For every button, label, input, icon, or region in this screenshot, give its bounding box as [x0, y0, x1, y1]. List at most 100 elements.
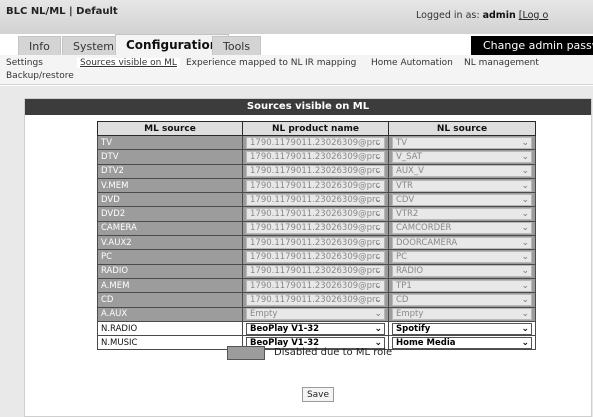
ml-source-cell: A.AUX [97, 306, 243, 322]
nl-product-value: 1790.1179011.23026309@prc [250, 209, 381, 220]
column-header-nl-product-name: NL product name [242, 121, 389, 136]
legend-disabled-label: Disabled due to ML role [274, 347, 393, 358]
chevron-down-icon: ⌄ [374, 151, 382, 162]
subnav-sources-visible-on-ml[interactable]: Sources visible on ML [77, 58, 180, 68]
change-admin-password-button[interactable]: Change admin passwor [471, 36, 593, 55]
nl-source-value: CAMCORDER [396, 223, 452, 234]
chevron-down-icon: ⌄ [374, 294, 382, 305]
chevron-down-icon: ⌄ [374, 194, 382, 205]
panel-title: Sources visible on ML [25, 99, 591, 115]
chevron-down-icon: ⌄ [521, 237, 529, 248]
subnav-nl-management[interactable]: NL management [464, 58, 539, 68]
nl-source-cell: VTR ⌄ [388, 177, 536, 194]
nl-product-cell: Empty ⌄ [242, 306, 389, 322]
table-row: V.AUX2 1790.1179011.23026309@prc ⌄ DOORCAME… [97, 235, 536, 251]
chevron-down-icon: ⌄ [521, 194, 529, 205]
nl-source-cell: AUX_V ⌄ [388, 163, 536, 179]
nl-source-value: RADIO [396, 266, 424, 277]
logout-link[interactable]: [Log o [519, 10, 549, 21]
table-row: CD 1790.1179011.23026309@prc ⌄ CD ⌄ [97, 292, 536, 308]
nl-source-select: DOORCAMERA ⌄ [392, 236, 532, 249]
login-prefix: Logged in as: [416, 10, 483, 21]
ml-source-cell: DTV [97, 149, 243, 165]
nl-product-select: 1790.1179011.23026309@prc ⌄ [246, 208, 385, 221]
nl-source-select: RADIO ⌄ [392, 265, 532, 278]
sub-navigation: Settings Sources visible on ML Experienc… [0, 55, 593, 85]
chevron-down-icon: ⌄ [374, 280, 382, 291]
nl-product-select: 1790.1179011.23026309@prc ⌄ [246, 165, 385, 178]
ml-source-cell: RADIO [97, 263, 243, 279]
nl-source-select: TP1 ⌄ [392, 279, 532, 292]
nl-product-select: 1790.1179011.23026309@prc ⌄ [246, 193, 385, 206]
nl-source-value: AUX_V [396, 166, 424, 177]
nl-source-select: V_SAT ⌄ [392, 150, 532, 163]
nl-product-cell: 1790.1179011.23026309@prc ⌄ [242, 249, 389, 265]
nl-product-value: 1790.1179011.23026309@prc [250, 237, 381, 248]
nl-product-value: 1790.1179011.23026309@prc [250, 294, 381, 305]
nl-product-cell: 1790.1179011.23026309@prc ⌄ [242, 220, 389, 237]
tab-tools[interactable]: Tools [212, 36, 262, 55]
sources-table: ML source NL product name NL source TV 17… [97, 121, 536, 351]
nl-product-select: 1790.1179011.23026309@prc ⌄ [246, 179, 385, 192]
table-row: A.MEM 1790.1179011.23026309@prc ⌄ TP1 ⌄ [97, 277, 536, 294]
table-row: PC 1790.1179011.23026309@prc ⌄ PC ⌄ [97, 249, 536, 265]
nl-product-select: 1790.1179011.23026309@prc ⌄ [246, 222, 385, 235]
nl-product-select: 1790.1179011.23026309@prc ⌄ [246, 293, 385, 306]
subnav-experience-mapped-to-nl[interactable]: Experience mapped to NL [186, 58, 303, 68]
nl-product-cell: 1790.1179011.23026309@prc ⌄ [242, 263, 389, 279]
sources-panel: Sources visible on ML ML source NL produ… [24, 98, 592, 417]
nl-source-value: CDV [396, 194, 415, 205]
nl-product-value: 1790.1179011.23026309@prc [250, 180, 381, 191]
chevron-down-icon: ⌄ [374, 209, 382, 220]
ml-source-cell: N.RADIO [97, 320, 243, 337]
chevron-down-icon: ⌄ [374, 252, 382, 263]
nl-product-select[interactable]: BeoPlay V1-32 ⌄ [246, 322, 385, 335]
nl-source-value: Home Media [396, 337, 456, 348]
nl-product-select: 1790.1179011.23026309@prc ⌄ [246, 150, 385, 163]
nl-source-cell: V_SAT ⌄ [388, 149, 536, 165]
ml-source-cell: N.MUSIC [97, 335, 243, 351]
nl-source-select[interactable]: Home Media ⌄ [392, 336, 532, 349]
ml-source-cell: TV [97, 134, 243, 151]
table-row: DTV 1790.1179011.23026309@prc ⌄ V_SAT ⌄ [97, 149, 536, 165]
table-row: V.MEM 1790.1179011.23026309@prc ⌄ VTR ⌄ [97, 177, 536, 194]
nl-product-value: 1790.1179011.23026309@prc [250, 223, 381, 234]
nl-product-value: 1790.1179011.23026309@prc [250, 280, 381, 291]
nl-product-select: 1790.1179011.23026309@prc ⌄ [246, 251, 385, 264]
nl-product-cell: 1790.1179011.23026309@prc ⌄ [242, 206, 389, 222]
nl-product-cell: 1790.1179011.23026309@prc ⌄ [242, 163, 389, 179]
nl-product-value: 1790.1179011.23026309@prc [250, 252, 381, 263]
subnav-settings[interactable]: Settings [6, 58, 43, 68]
nl-source-value: TV [396, 137, 408, 148]
nl-source-cell: CDV ⌄ [388, 192, 536, 208]
nl-source-cell: Empty ⌄ [388, 306, 536, 322]
nl-source-value: DOORCAMERA [396, 237, 458, 248]
nl-product-cell: 1790.1179011.23026309@prc ⌄ [242, 149, 389, 165]
nl-source-cell: VTR2 ⌄ [388, 206, 536, 222]
subnav-home-automation[interactable]: Home Automation [371, 58, 453, 68]
chevron-down-icon: ⌄ [374, 237, 382, 248]
tab-info[interactable]: Info [18, 36, 61, 55]
nl-source-select: TV ⌄ [392, 136, 532, 149]
table-row: DVD2 1790.1179011.23026309@prc ⌄ VTR2 ⌄ [97, 206, 536, 222]
ml-source-cell: DVD [97, 192, 243, 208]
table-row: CAMERA 1790.1179011.23026309@prc ⌄ CAMCORDE… [97, 220, 536, 237]
nl-product-cell: 1790.1179011.23026309@prc ⌄ [242, 134, 389, 151]
nl-product-cell: 1790.1179011.23026309@prc ⌄ [242, 177, 389, 194]
top-bar: BLC NL/ML | Default Logged in as: admin … [0, 0, 593, 34]
nl-source-select: CAMCORDER ⌄ [392, 222, 532, 235]
subnav-backup-restore[interactable]: Backup/restore [6, 71, 74, 81]
table-header-row: ML source NL product name NL source [97, 121, 536, 136]
nl-source-select[interactable]: Spotify ⌄ [392, 322, 532, 335]
save-button[interactable]: Save [302, 387, 334, 402]
nl-product-value: 1790.1179011.23026309@prc [250, 266, 381, 277]
nl-source-value: CD [396, 294, 409, 305]
table-row: TV 1790.1179011.23026309@prc ⌄ TV ⌄ [97, 134, 536, 151]
column-header-ml-source: ML source [97, 121, 243, 136]
nl-product-value: 1790.1179011.23026309@prc [250, 166, 381, 177]
ml-source-cell: DVD2 [97, 206, 243, 222]
subnav-ir-mapping[interactable]: IR mapping [305, 58, 356, 68]
nl-source-cell: TV ⌄ [388, 134, 536, 151]
nl-product-cell: 1790.1179011.23026309@prc ⌄ [242, 292, 389, 308]
nl-source-cell: Spotify ⌄ [388, 320, 536, 337]
